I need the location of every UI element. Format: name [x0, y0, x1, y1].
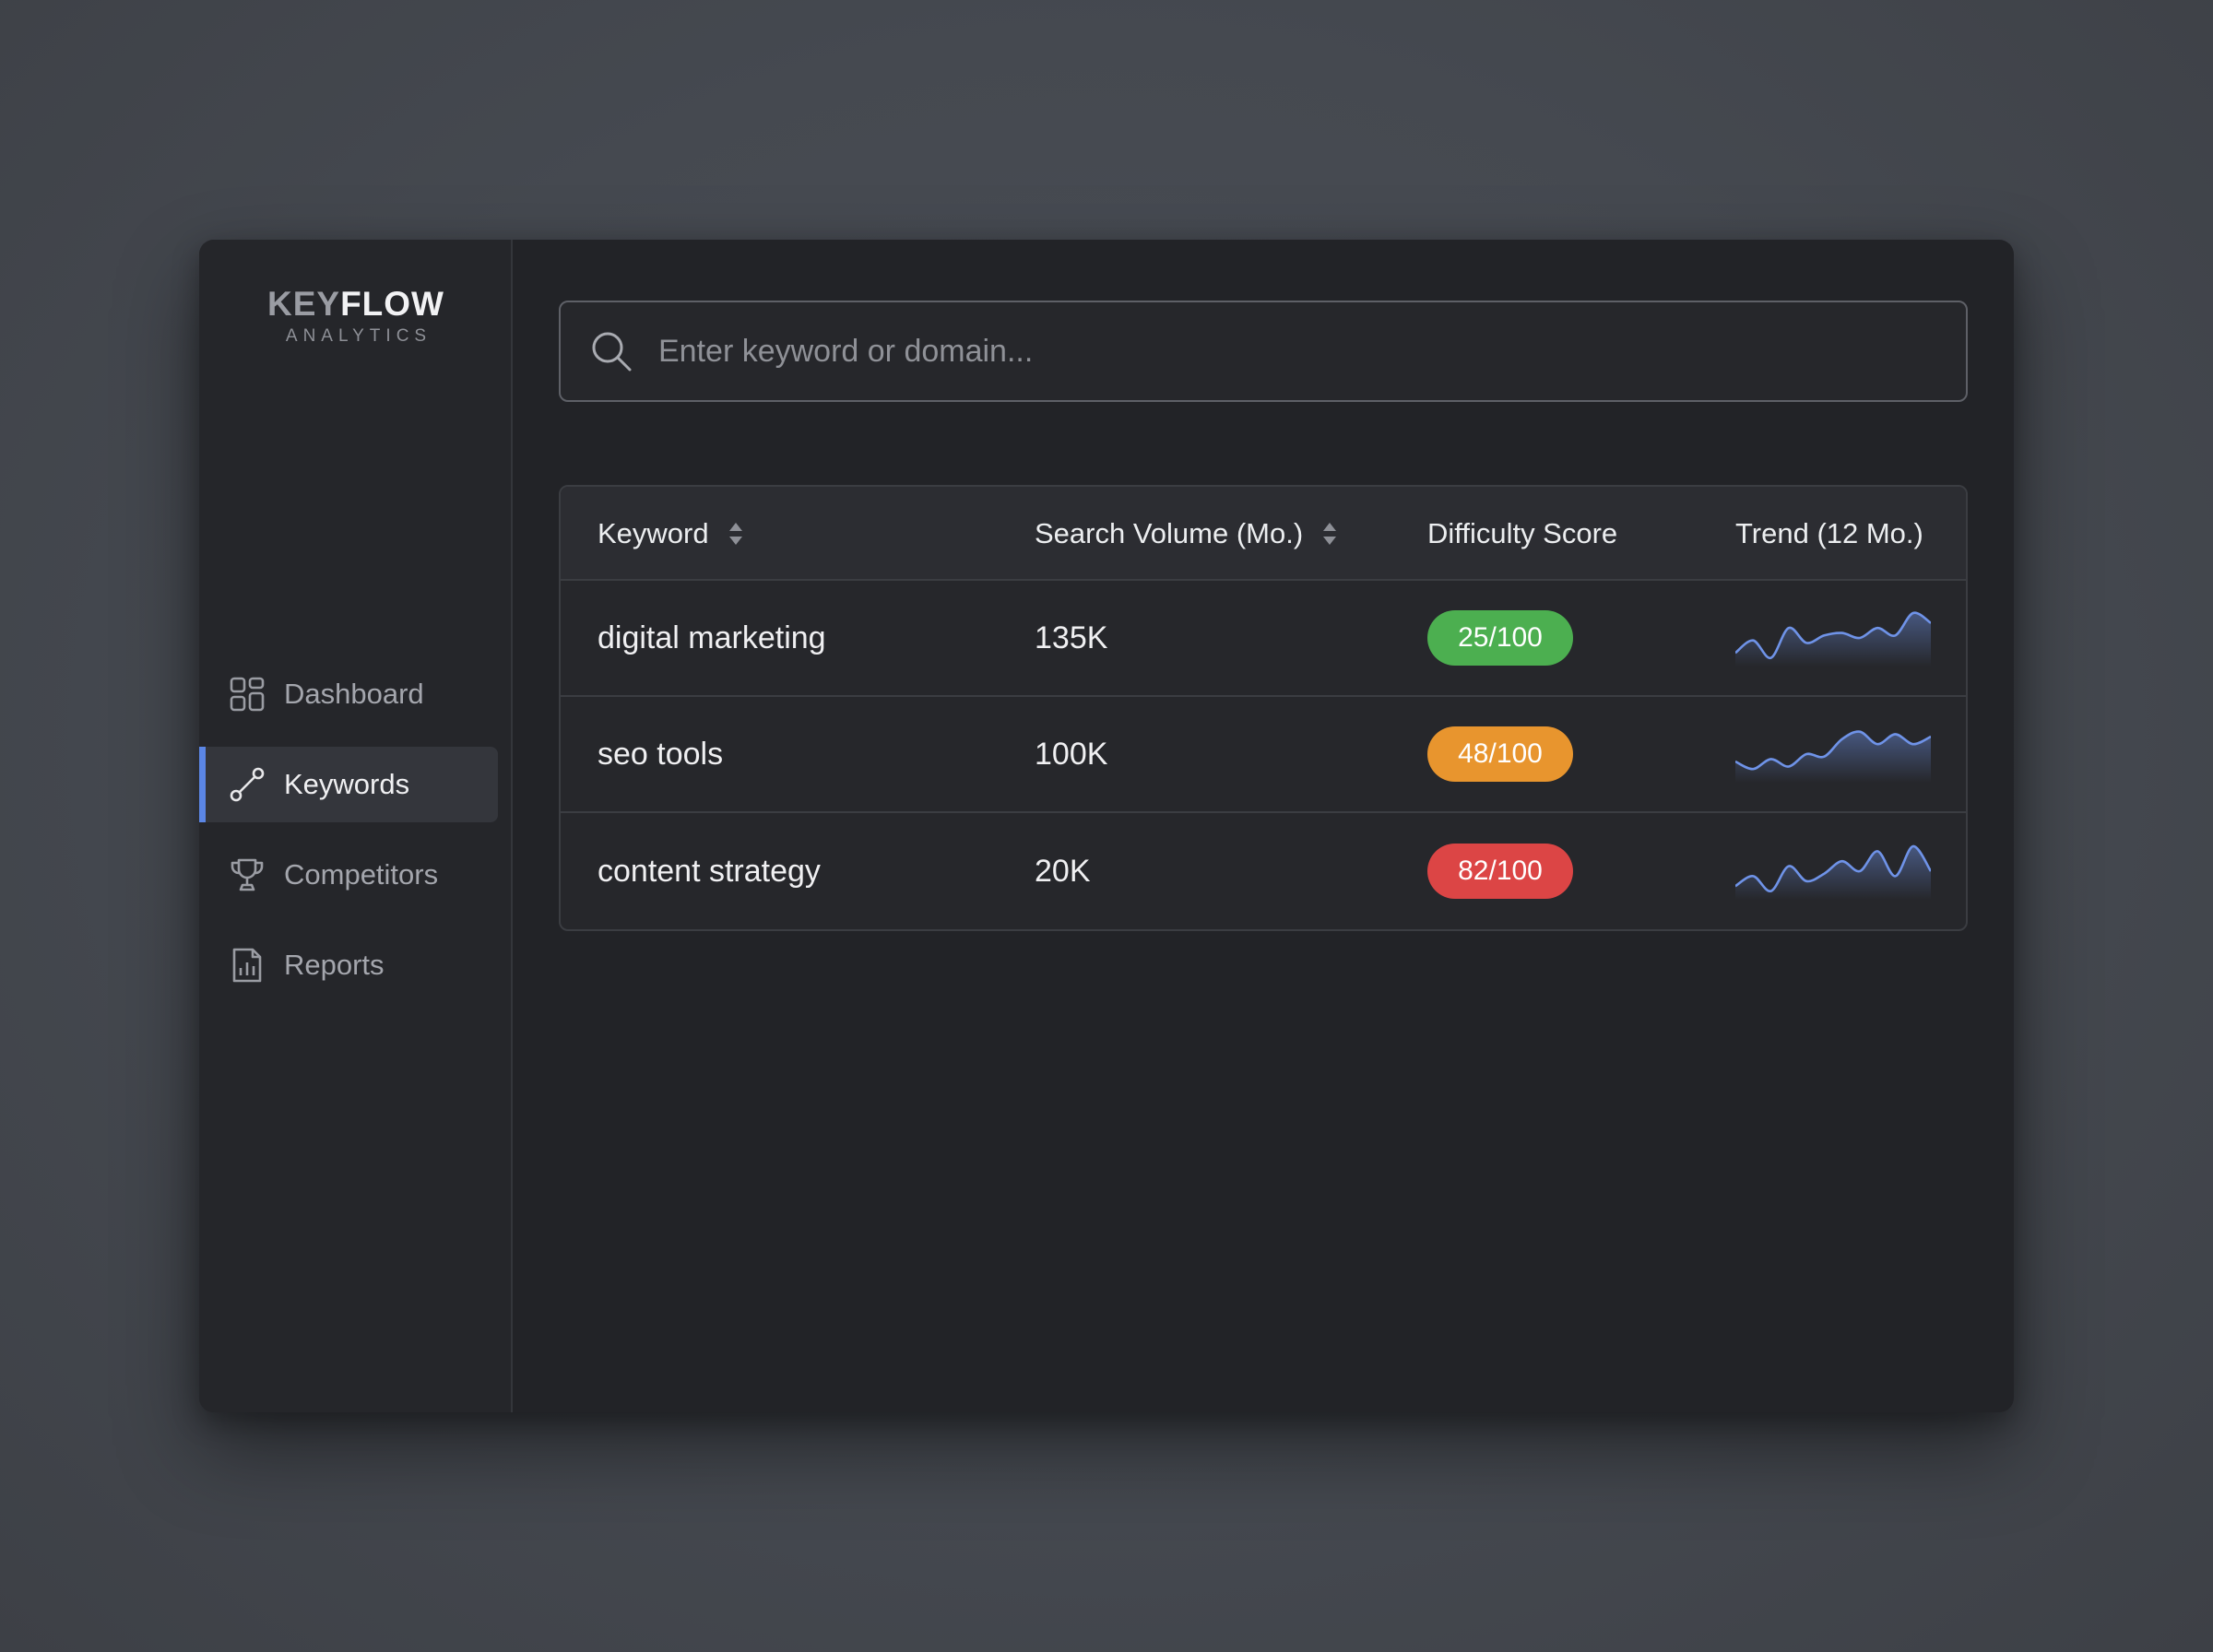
table-header: Keyword Search Volume (Mo.) Difficulty S… [561, 487, 1966, 581]
keyword-cell: content strategy [598, 853, 821, 889]
volume-cell: 100K [1035, 736, 1108, 772]
volume-cell: 20K [1035, 853, 1091, 889]
trend-area [1735, 612, 1931, 667]
difficulty-badge: 25/100 [1427, 610, 1573, 666]
column-header-label: Difficulty Score [1427, 517, 1618, 549]
sidebar-item-label: Dashboard [284, 678, 424, 710]
difficulty-badge: 82/100 [1427, 844, 1573, 899]
search-bar[interactable] [559, 301, 1968, 402]
keywords-table: Keyword Search Volume (Mo.) Difficulty S… [559, 485, 1968, 931]
app-window: KEYFLOW ANALYTICS Dashboard Keywords Com… [199, 240, 2014, 1412]
difficulty-cell: 82/100 [1427, 813, 1573, 929]
brand-logo: KEYFLOW ANALYTICS [199, 284, 513, 347]
brand-word-flow: FLOW [340, 285, 444, 323]
volume-cell: 135K [1035, 620, 1108, 655]
sidebar-item-label: Competitors [284, 858, 439, 891]
table-row[interactable]: seo tools 100K 48/100 [561, 697, 1966, 813]
difficulty-badge: 48/100 [1427, 726, 1573, 782]
column-header-label: Keyword [598, 517, 709, 549]
column-header-volume[interactable]: Search Volume (Mo.) [1035, 487, 1338, 581]
reports-icon [229, 947, 266, 984]
brand-word-key: KEY [267, 285, 341, 323]
sidebar: KEYFLOW ANALYTICS Dashboard Keywords Com… [199, 240, 513, 1412]
brand-subtitle: ANALYTICS [285, 326, 432, 346]
keyword-cell: seo tools [598, 736, 724, 772]
sidebar-item-keywords[interactable]: Keywords [199, 747, 498, 822]
search-input[interactable] [658, 302, 1966, 400]
column-header-label: Search Volume (Mo.) [1035, 517, 1304, 549]
sidebar-item-dashboard[interactable]: Dashboard [199, 656, 498, 732]
main-content: Keyword Search Volume (Mo.) Difficulty S… [513, 240, 2014, 1412]
sidebar-item-label: Keywords [284, 768, 410, 800]
table-row[interactable]: digital marketing 135K 25/100 [561, 581, 1966, 697]
column-header-label: Trend (12 Mo.) [1735, 517, 1923, 549]
sidebar-item-reports[interactable]: Reports [199, 927, 498, 1003]
brand-wordmark: KEYFLOW [199, 284, 513, 324]
difficulty-cell: 25/100 [1427, 581, 1573, 695]
column-header-trend: Trend (12 Mo.) [1735, 487, 1923, 581]
trend-cell [1735, 697, 1931, 811]
sidebar-nav: Dashboard Keywords Competitors Reports [199, 656, 513, 1018]
column-header-difficulty: Difficulty Score [1427, 487, 1617, 581]
sort-icon[interactable] [1321, 521, 1338, 547]
trend-sparkline [1735, 730, 1931, 783]
keywords-icon [229, 766, 266, 803]
trend-sparkline [1735, 844, 1931, 900]
trend-cell [1735, 813, 1931, 929]
dashboard-icon [229, 676, 266, 713]
sort-icon[interactable] [728, 521, 744, 547]
search-icon [590, 330, 633, 372]
sidebar-item-competitors[interactable]: Competitors [199, 837, 498, 913]
keyword-cell: digital marketing [598, 620, 826, 655]
trend-sparkline [1735, 611, 1931, 667]
difficulty-cell: 48/100 [1427, 697, 1573, 811]
sidebar-item-label: Reports [284, 949, 385, 981]
table-row[interactable]: content strategy 20K 82/100 [561, 813, 1966, 929]
trophy-icon [229, 856, 266, 893]
trend-area [1735, 731, 1931, 783]
trend-area [1735, 845, 1931, 900]
trend-cell [1735, 581, 1931, 695]
column-header-keyword[interactable]: Keyword [598, 487, 744, 581]
